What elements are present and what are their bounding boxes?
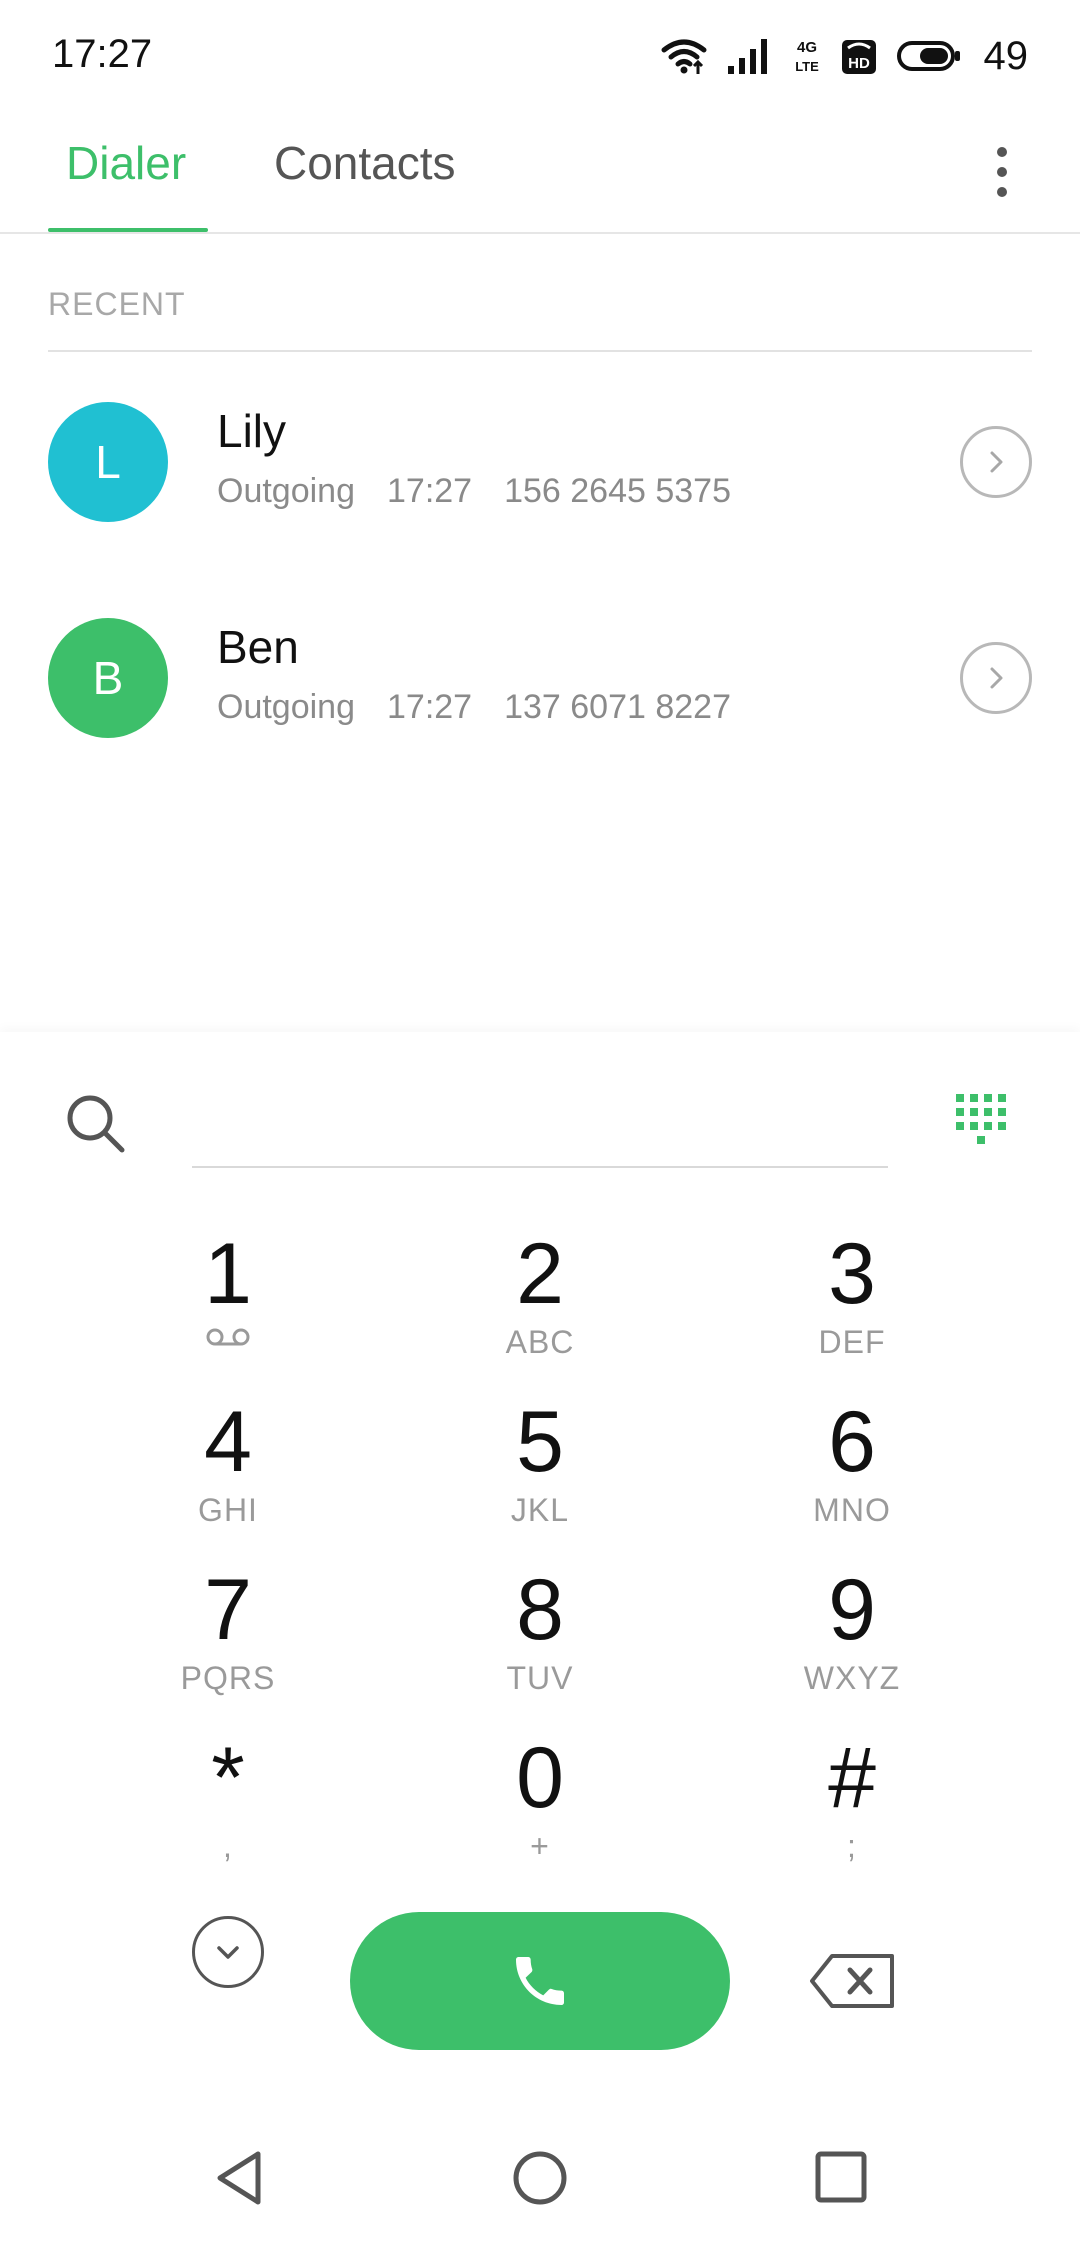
wifi-icon <box>661 39 706 74</box>
more-options-icon[interactable] <box>972 132 1032 212</box>
chevron-right-icon <box>990 667 1003 689</box>
key-letters: WXYZ <box>803 1660 901 1696</box>
avatar: L <box>48 402 168 522</box>
tab-bar: Dialer Contacts <box>0 112 1080 234</box>
status-bar: 17:27 4G LTE HD 49 <box>0 0 1080 112</box>
key-6[interactable]: 6 MNO <box>752 1394 952 1544</box>
phone-icon <box>516 1957 564 2005</box>
key-star[interactable]: * , <box>128 1730 328 1880</box>
chevron-down-icon <box>217 1946 239 1959</box>
key-digit: 7 <box>204 1562 252 1658</box>
key-digit: 0 <box>516 1730 564 1826</box>
system-nav-bar <box>0 2120 1080 2244</box>
backspace-icon[interactable] <box>808 1952 896 2010</box>
key-digit: # <box>828 1730 876 1826</box>
call-meta: Outgoing 17:27 156 2645 5375 <box>217 472 731 511</box>
key-letters: TUV <box>506 1660 574 1696</box>
dialpad-grid-icon[interactable] <box>954 1092 1010 1148</box>
tab-dialer[interactable]: Dialer <box>66 136 186 190</box>
key-4[interactable]: 4 GHI <box>128 1394 328 1544</box>
key-digit: 8 <box>516 1562 564 1658</box>
key-letters: + <box>530 1828 550 1864</box>
key-letters: GHI <box>198 1492 258 1528</box>
key-letters: MNO <box>813 1492 891 1528</box>
key-9[interactable]: 9 WXYZ <box>752 1562 952 1712</box>
contact-name: Ben <box>217 621 299 673</box>
key-7[interactable]: 7 PQRS <box>128 1562 328 1712</box>
key-digit: 1 <box>204 1226 252 1322</box>
back-icon[interactable] <box>210 2148 270 2208</box>
call-button[interactable] <box>350 1912 730 2050</box>
battery-icon <box>896 41 960 71</box>
search-icon[interactable] <box>64 1092 128 1156</box>
svg-text:LTE: LTE <box>795 59 819 74</box>
key-letters: DEF <box>818 1324 886 1360</box>
key-digit: 2 <box>516 1226 564 1322</box>
contact-name: Lily <box>217 405 287 457</box>
key-3[interactable]: 3 DEF <box>752 1226 952 1376</box>
key-digit: 9 <box>828 1562 876 1658</box>
svg-text:HD: HD <box>848 55 870 72</box>
call-meta: Outgoing 17:27 137 6071 8227 <box>217 688 731 727</box>
recents-icon[interactable] <box>812 2148 870 2206</box>
key-1[interactable]: 1 <box>128 1226 328 1376</box>
voicemail-icon <box>206 1328 250 1346</box>
active-tab-indicator <box>48 228 208 232</box>
number-input[interactable] <box>192 1084 888 1168</box>
call-number: 137 6071 8227 <box>504 688 731 726</box>
key-digit: 5 <box>516 1394 564 1490</box>
call-details-button[interactable] <box>960 642 1032 714</box>
avatar: B <box>48 618 168 738</box>
call-details-button[interactable] <box>960 426 1032 498</box>
key-0[interactable]: 0 + <box>440 1730 640 1880</box>
key-digit: 4 <box>204 1394 252 1490</box>
call-time: 17:27 <box>387 688 473 726</box>
key-8[interactable]: 8 TUV <box>440 1562 640 1712</box>
call-time: 17:27 <box>387 472 473 510</box>
call-type: Outgoing <box>217 472 355 510</box>
call-type: Outgoing <box>217 688 355 726</box>
divider <box>48 350 1032 352</box>
key-letters: ; <box>847 1828 857 1864</box>
hide-dialpad-button[interactable] <box>192 1916 264 1988</box>
recent-header: RECENT <box>48 286 186 322</box>
key-digit: * <box>211 1730 245 1826</box>
status-time: 17:27 <box>52 32 153 76</box>
key-digit: 3 <box>828 1226 876 1322</box>
key-5[interactable]: 5 JKL <box>440 1394 640 1544</box>
lte-4g-icon: 4G LTE <box>795 39 819 74</box>
status-icons: 4G LTE HD 49 <box>660 30 1029 82</box>
key-2[interactable]: 2 ABC <box>440 1226 640 1376</box>
key-digit: 6 <box>828 1394 876 1490</box>
recent-call-row[interactable]: B Ben Outgoing 17:27 137 6071 8227 <box>0 588 1080 768</box>
call-number: 156 2645 5375 <box>504 472 731 510</box>
signal-icon <box>727 39 767 74</box>
battery-percent: 49 <box>983 33 1029 78</box>
chevron-right-icon <box>990 451 1003 473</box>
recent-call-row[interactable]: L Lily Outgoing 17:27 156 2645 5375 <box>0 372 1080 552</box>
home-icon[interactable] <box>510 2148 570 2208</box>
key-letters: ABC <box>505 1324 575 1360</box>
tab-contacts[interactable]: Contacts <box>274 136 456 190</box>
key-letters: PQRS <box>180 1660 276 1696</box>
key-letters: , <box>223 1828 233 1864</box>
svg-text:4G: 4G <box>796 39 816 56</box>
hd-call-icon: HD <box>841 40 876 74</box>
key-hash[interactable]: # ; <box>752 1730 952 1880</box>
key-letters: JKL <box>510 1492 570 1528</box>
